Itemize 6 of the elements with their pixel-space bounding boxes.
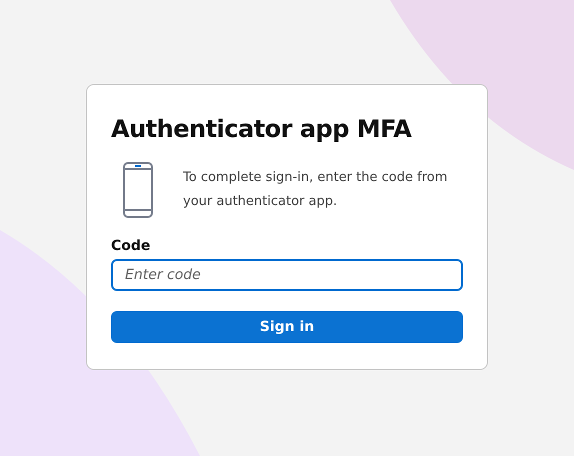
field-label: Code [111,238,152,254]
phone-icon [123,162,153,218]
instruction-text: To complete sign-in, enter the code from your authenticator app. [183,169,448,211]
card-title: Authenticator app MFA [111,114,413,145]
sign-in-button[interactable]: Sign in [111,311,463,343]
code-field[interactable]: Enter code [111,259,463,291]
